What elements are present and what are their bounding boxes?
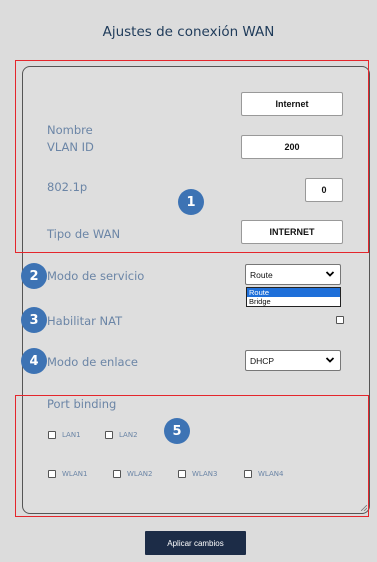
habilitar-nat-label: Habilitar NAT [47, 314, 123, 328]
8021p-input[interactable]: 0 [305, 178, 343, 202]
8021p-label: 802.1p [47, 180, 88, 194]
port-lan1-label: LAN1 [62, 431, 81, 439]
nombre-label: Nombre [47, 123, 93, 137]
modo-enlace-label: Modo de enlace [47, 355, 138, 369]
modo-enlace-selected: DHCP [250, 355, 275, 366]
modo-servicio-label: Modo de servicio [47, 269, 145, 283]
page-title: Ajustes de conexión WAN [102, 24, 275, 40]
step-badge-2: 2 [21, 263, 47, 289]
port-wlan1-checkbox[interactable] [48, 470, 56, 478]
step-badge-5: 5 [164, 418, 190, 444]
modo-servicio-select[interactable]: Route [245, 264, 341, 285]
vlan-id-label: VLAN ID [47, 140, 94, 154]
chevron-down-icon [325, 271, 335, 277]
port-lan2-checkbox[interactable] [105, 431, 113, 439]
port-wlan3-checkbox[interactable] [178, 470, 186, 478]
tipo-wan-label: Tipo de WAN [47, 227, 121, 241]
dropdown-option-bridge[interactable]: Bridge [247, 297, 340, 306]
modo-servicio-selected: Route [250, 269, 273, 280]
chevron-down-icon [325, 357, 335, 363]
port-wlan1-label: WLAN1 [62, 470, 88, 478]
step-badge-1: 1 [178, 189, 204, 215]
step-badge-3: 3 [21, 307, 47, 333]
port-lan1-checkbox[interactable] [48, 431, 56, 439]
dropdown-option-route[interactable]: Route [247, 288, 340, 297]
vlan-id-input[interactable]: 200 [241, 135, 343, 159]
highlight-box-5 [15, 395, 369, 517]
modo-servicio-dropdown: Route Bridge [246, 287, 341, 307]
port-wlan2-label: WLAN2 [127, 470, 153, 478]
modo-enlace-select[interactable]: DHCP [245, 350, 341, 371]
port-wlan4-checkbox[interactable] [244, 470, 252, 478]
tipo-wan-input[interactable]: INTERNET [241, 220, 343, 244]
port-binding-label: Port binding [47, 397, 117, 411]
nombre-input[interactable]: Internet [241, 92, 343, 116]
port-wlan3-label: WLAN3 [192, 470, 218, 478]
habilitar-nat-checkbox[interactable] [336, 316, 344, 324]
step-badge-4: 4 [21, 348, 47, 374]
port-wlan4-label: WLAN4 [258, 470, 284, 478]
port-wlan2-checkbox[interactable] [113, 470, 121, 478]
port-lan2-label: LAN2 [119, 431, 138, 439]
apply-changes-button[interactable]: Aplicar cambios [145, 531, 246, 555]
